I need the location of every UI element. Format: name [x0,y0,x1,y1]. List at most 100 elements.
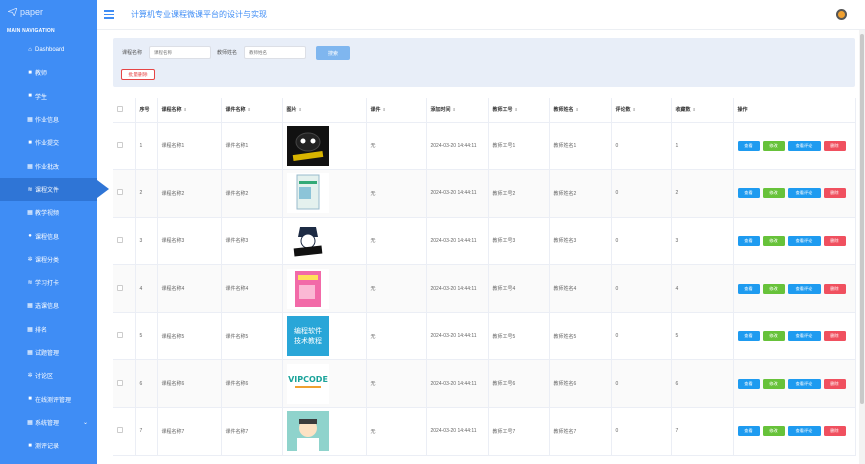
sidebar-item[interactable]: ≋ 课程文件 [0,177,109,202]
sidebar-item[interactable]: ■ 教师 [0,61,97,84]
sidebar-item[interactable]: ≋ 学习打卡 [0,271,97,294]
batch-delete-button[interactable]: 批量删除 [121,69,155,80]
sort-icon[interactable]: ⬍ [515,107,518,112]
row-checkbox[interactable] [117,379,123,386]
edit-button[interactable]: 修改 [762,283,785,294]
delete-button[interactable]: 删除 [823,283,846,294]
row-checkbox-cell[interactable] [113,264,136,313]
row-checkbox[interactable] [117,332,123,339]
edit-button[interactable]: 修改 [762,188,785,199]
column-header[interactable]: 收藏数 ⬍ [671,98,734,123]
edit-button[interactable]: 修改 [762,235,785,246]
column-header[interactable]: 评论数 ⬍ [611,98,672,123]
sidebar-item[interactable]: ■ 作业提交 [0,131,97,154]
sidebar-item[interactable]: ▦ 作业信息 [0,108,97,131]
gear-icon: ✲ [27,256,33,263]
row-checkbox-cell[interactable] [113,122,136,171]
edit-button[interactable]: 修改 [762,378,785,389]
column-header[interactable]: 课件名称 ⬍ [221,98,283,123]
view-button[interactable]: 查看 [737,235,760,246]
row-actions: 查看 修改 查看评论 删除 [733,407,856,456]
sidebar-item[interactable]: ■ 学生 [0,85,97,108]
delete-button[interactable]: 删除 [823,331,846,342]
row-checkbox-cell[interactable] [113,312,136,361]
sort-icon[interactable]: ⬍ [248,107,251,112]
view-button[interactable]: 查看 [737,331,760,342]
edit-button[interactable]: 修改 [762,426,785,437]
sort-icon[interactable]: ⬍ [299,107,302,112]
row-checkbox-cell[interactable] [113,407,136,456]
sort-icon[interactable]: ⬍ [633,107,636,112]
scrollbar-thumb[interactable] [860,34,864,404]
sidebar-item[interactable]: ● 课程信息 [0,224,97,247]
cell-comments: 0 [611,359,672,409]
view-button[interactable]: 查看 [737,378,760,389]
row-checkbox[interactable] [117,284,123,291]
row-checkbox[interactable] [117,236,123,243]
view-button[interactable]: 查看 [737,188,760,199]
delete-button[interactable]: 删除 [823,235,846,246]
select-all-checkbox[interactable] [117,105,123,112]
sidebar-item[interactable]: ✲ 课程分类 [0,248,97,271]
sidebar-item[interactable]: ⌂ Dashboard [0,38,97,61]
delete-button[interactable]: 删除 [823,140,846,151]
column-header[interactable]: 序号 [135,98,158,123]
sort-icon[interactable]: ⬍ [576,107,579,112]
sidebar-item[interactable]: ■ 在线测评管理 [0,387,97,410]
column-header[interactable]: 添加时间 ⬍ [426,98,489,123]
sort-icon[interactable]: ⬍ [383,107,386,112]
row-checkbox-cell[interactable] [113,217,136,266]
course-name-input[interactable] [149,46,211,59]
view-comments-button[interactable]: 查看评论 [787,188,821,199]
sidebar-item-label: 排名 [35,327,48,334]
cell-favorites: 2 [671,169,734,218]
sort-icon[interactable]: ⬍ [184,107,187,112]
cell-file: 无 [366,169,427,218]
column-header[interactable]: 教师姓名 ⬍ [549,98,612,123]
menu-toggle-icon[interactable] [104,10,114,19]
column-header[interactable]: 图片 ⬍ [282,98,367,123]
scrollbar[interactable] [859,30,865,464]
sidebar-item[interactable]: ▦ 教学视频 [0,201,97,224]
column-header[interactable]: 课程名称 ⬍ [157,98,222,123]
sidebar-item[interactable]: ▦ 试题管理 [0,341,97,364]
delete-button[interactable]: 删除 [823,188,846,199]
edit-button[interactable]: 修改 [762,331,785,342]
select-all-checkbox-cell[interactable] [113,98,136,123]
logo[interactable]: paper [0,0,97,24]
view-button[interactable]: 查看 [737,140,760,151]
sort-icon[interactable]: ⬍ [693,107,696,112]
view-button[interactable]: 查看 [737,283,760,294]
sidebar-item-label: 课程分类 [35,257,60,264]
sidebar-item[interactable]: ▦ 排名 [0,318,97,341]
sidebar-item[interactable]: ▦ 选课信息 [0,294,97,317]
row-checkbox-cell[interactable] [113,359,136,409]
column-header[interactable]: 课件 ⬍ [366,98,427,123]
avatar[interactable] [836,9,847,20]
view-comments-button[interactable]: 查看评论 [787,426,821,437]
column-header[interactable]: 教师工号 ⬍ [488,98,550,123]
edit-button[interactable]: 修改 [762,140,785,151]
sidebar-item-label: 课程信息 [35,234,60,241]
row-checkbox-cell[interactable] [113,169,136,218]
view-button[interactable]: 查看 [737,426,760,437]
row-checkbox[interactable] [117,189,123,196]
view-comments-button[interactable]: 查看评论 [787,283,821,294]
delete-button[interactable]: 删除 [823,378,846,389]
sort-icon[interactable]: ⬍ [453,107,456,112]
sidebar-item[interactable]: ■ 测评记录 [0,434,97,457]
sidebar-item[interactable]: ▦ 作业批改 [0,154,97,177]
view-comments-button[interactable]: 查看评论 [787,331,821,342]
sidebar-item[interactable]: ✲ 讨论区 [0,364,97,387]
row-checkbox[interactable] [117,427,123,434]
row-checkbox[interactable] [117,141,123,148]
sidebar-item-label: 教师 [35,71,48,78]
view-comments-button[interactable]: 查看评论 [787,235,821,246]
view-comments-button[interactable]: 查看评论 [787,378,821,389]
teacher-name-input[interactable] [244,46,306,59]
view-comments-button[interactable]: 查看评论 [787,140,821,151]
cell-time: 2024-03-20 14:44:11 [426,169,489,218]
delete-button[interactable]: 删除 [823,426,846,437]
sidebar-item[interactable]: ▦ 系统管理 ⌄ [0,411,97,434]
search-button[interactable]: 搜索 [316,46,350,60]
